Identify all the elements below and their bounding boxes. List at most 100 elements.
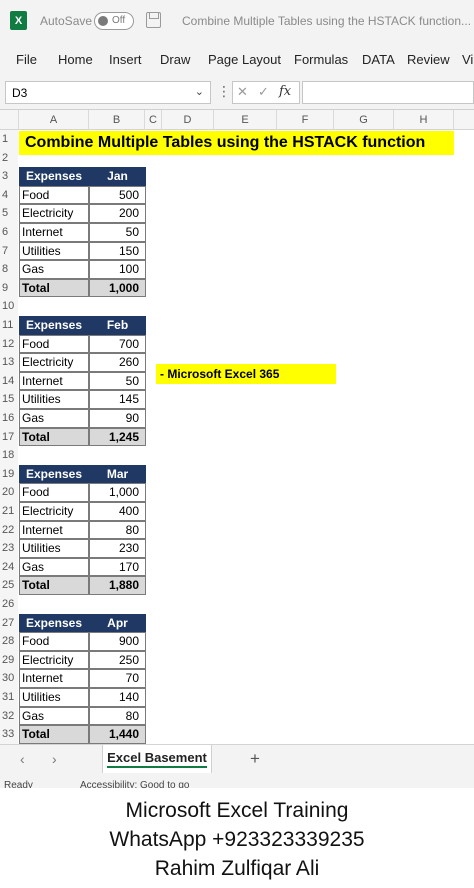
row-header[interactable]: 9 [0, 278, 18, 298]
row-header[interactable]: 7 [0, 241, 18, 261]
expense-value-cell[interactable]: 70 [89, 669, 146, 688]
row-header[interactable]: 1 [0, 130, 18, 149]
formula-input[interactable] [302, 81, 474, 104]
row-header[interactable]: 14 [0, 371, 18, 391]
table-header-month[interactable]: Mar [89, 464, 146, 484]
expense-label-cell[interactable]: Electricity [19, 502, 89, 521]
menu-view[interactable]: Vi [462, 52, 473, 67]
total-label-cell[interactable]: Total [19, 278, 89, 298]
row-header[interactable]: 19 [0, 464, 18, 484]
menu-home[interactable]: Home [58, 52, 93, 67]
expense-label-cell[interactable]: Internet [19, 223, 89, 242]
expense-value-cell[interactable]: 260 [89, 353, 146, 372]
row-header[interactable]: 5 [0, 204, 18, 223]
row-header[interactable]: 25 [0, 576, 18, 595]
expense-label-cell[interactable]: Utilities [19, 390, 89, 409]
expense-label-cell[interactable]: Utilities [19, 241, 89, 261]
expense-value-cell[interactable]: 700 [89, 334, 146, 354]
total-label-cell[interactable]: Total [19, 576, 89, 595]
row-header[interactable]: 10 [0, 297, 18, 316]
sheet-tab-excel-basement[interactable]: Excel Basement [102, 745, 212, 773]
expense-value-cell[interactable]: 50 [89, 371, 146, 391]
expense-label-cell[interactable]: Gas [19, 409, 89, 428]
table-header-month[interactable]: Feb [89, 316, 146, 335]
previous-sheet-icon[interactable]: ‹ [20, 751, 25, 767]
spreadsheet-grid[interactable]: A B C D E F G H 1 2 3 4 5 6 7 8 9 10 11 12 13 14 15 16 1… [0, 110, 474, 744]
row-header[interactable]: 6 [0, 223, 18, 242]
column-header-c[interactable]: C [145, 110, 162, 130]
total-value-cell[interactable]: 1,880 [89, 576, 146, 595]
table-header-month[interactable]: Jan [89, 167, 146, 186]
column-header-g[interactable]: G [334, 110, 394, 130]
menu-formulas[interactable]: Formulas [294, 52, 348, 67]
column-header-a[interactable]: A [19, 110, 89, 130]
table-header-expenses[interactable]: Expenses [19, 316, 89, 335]
expense-value-cell[interactable]: 90 [89, 409, 146, 428]
enter-icon[interactable]: ✓ [258, 84, 269, 100]
row-header[interactable]: 11 [0, 316, 18, 335]
table-header-month[interactable]: Apr [89, 613, 146, 633]
expense-label-cell[interactable]: Internet [19, 669, 89, 688]
row-header[interactable]: 27 [0, 613, 18, 633]
table-header-expenses[interactable]: Expenses [19, 167, 89, 186]
total-value-cell[interactable]: 1,000 [89, 278, 146, 298]
expense-label-cell[interactable]: Internet [19, 520, 89, 540]
expense-value-cell[interactable]: 145 [89, 390, 146, 409]
expense-label-cell[interactable]: Food [19, 632, 89, 651]
row-header[interactable]: 4 [0, 185, 18, 205]
expense-value-cell[interactable]: 250 [89, 650, 146, 670]
row-header[interactable]: 28 [0, 632, 18, 651]
save-icon[interactable] [146, 12, 161, 28]
expense-label-cell[interactable]: Internet [19, 371, 89, 391]
row-header[interactable]: 16 [0, 409, 18, 428]
expense-value-cell[interactable]: 230 [89, 539, 146, 558]
row-header[interactable]: 18 [0, 446, 18, 465]
expense-value-cell[interactable]: 80 [89, 706, 146, 726]
expense-value-cell[interactable]: 140 [89, 688, 146, 707]
expense-value-cell[interactable]: 170 [89, 557, 146, 577]
insert-function-icon[interactable]: fx [279, 84, 291, 99]
expense-label-cell[interactable]: Electricity [19, 353, 89, 372]
expense-label-cell[interactable]: Electricity [19, 204, 89, 223]
accessibility-status[interactable]: Accessibility: Good to go [80, 780, 190, 788]
expense-value-cell[interactable]: 900 [89, 632, 146, 651]
expense-label-cell[interactable]: Electricity [19, 650, 89, 670]
column-header-b[interactable]: B [89, 110, 145, 130]
expense-value-cell[interactable]: 200 [89, 204, 146, 223]
row-header[interactable]: 12 [0, 334, 18, 354]
more-options-icon[interactable]: ⋮ [217, 83, 231, 100]
next-sheet-icon[interactable]: › [52, 751, 57, 767]
column-header-d[interactable]: D [162, 110, 214, 130]
row-header[interactable]: 33 [0, 725, 18, 744]
row-header[interactable]: 29 [0, 650, 18, 670]
expense-value-cell[interactable]: 150 [89, 241, 146, 261]
column-header-h[interactable]: H [394, 110, 454, 130]
expense-label-cell[interactable]: Food [19, 185, 89, 205]
menu-draw[interactable]: Draw [160, 52, 190, 67]
expense-label-cell[interactable]: Gas [19, 260, 89, 279]
chevron-down-icon[interactable]: ⌄ [195, 85, 204, 98]
row-header[interactable]: 17 [0, 427, 18, 447]
row-header[interactable]: 32 [0, 706, 18, 726]
select-all-corner[interactable] [0, 110, 19, 130]
row-header[interactable]: 21 [0, 502, 18, 521]
row-header[interactable]: 2 [0, 148, 18, 168]
table-header-expenses[interactable]: Expenses [19, 464, 89, 484]
expense-label-cell[interactable]: Gas [19, 557, 89, 577]
table-header-expenses[interactable]: Expenses [19, 613, 89, 633]
menu-insert[interactable]: Insert [109, 52, 142, 67]
menu-data[interactable]: DATA [362, 52, 395, 67]
expense-label-cell[interactable]: Utilities [19, 539, 89, 558]
expense-value-cell[interactable]: 400 [89, 502, 146, 521]
column-header-e[interactable]: E [214, 110, 277, 130]
name-box[interactable]: D3 ⌄ [5, 81, 211, 104]
expense-value-cell[interactable]: 1,000 [89, 483, 146, 502]
expense-value-cell[interactable]: 100 [89, 260, 146, 279]
total-label-cell[interactable]: Total [19, 427, 89, 447]
expense-value-cell[interactable]: 80 [89, 520, 146, 540]
menu-file[interactable]: File [16, 52, 37, 67]
cancel-icon[interactable]: ✕ [237, 84, 248, 100]
row-header[interactable]: 26 [0, 595, 18, 614]
row-header[interactable]: 30 [0, 669, 18, 688]
row-header[interactable]: 8 [0, 260, 18, 279]
